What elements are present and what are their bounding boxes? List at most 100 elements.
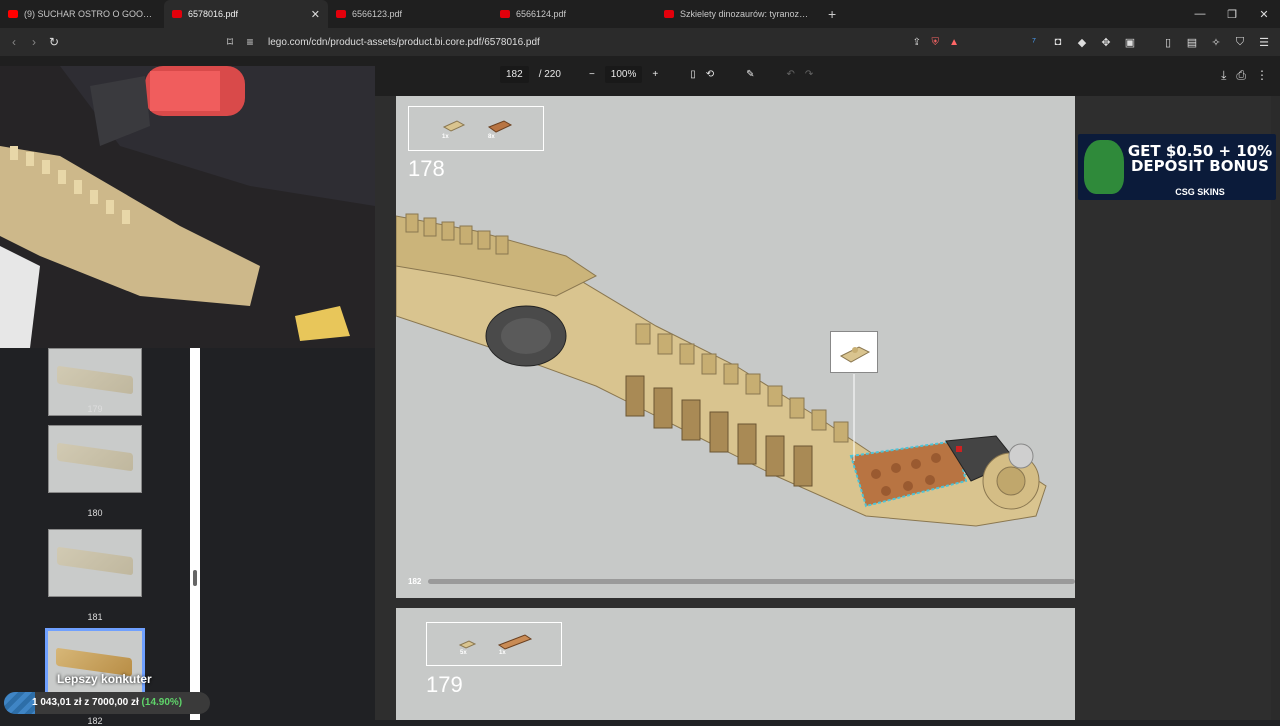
lego-build-illustration bbox=[396, 213, 1047, 527]
extension-icon[interactable]: ◆ bbox=[1072, 32, 1092, 52]
thumbnail-preview bbox=[57, 442, 133, 472]
sidebar-icon[interactable]: ▯ bbox=[1158, 32, 1178, 52]
pdf-page: 5x 1x 179 bbox=[396, 608, 1075, 720]
more-options-icon[interactable]: ⋮ bbox=[1256, 68, 1268, 83]
tab-title: 6566123.pdf bbox=[352, 9, 403, 19]
thumbnail-label: 179 bbox=[87, 404, 103, 414]
stream-overlay-title: Lepszy konkuter bbox=[57, 672, 152, 686]
rewards-icon[interactable]: ▲ bbox=[949, 37, 959, 48]
part-callout bbox=[830, 331, 878, 373]
tab-title: (9) SUCHAR OSTRO O GOODIES! OD... bbox=[24, 9, 156, 19]
url-text: lego.com/cdn/product-assets/product.bi.c… bbox=[268, 36, 540, 48]
tab-title: 6578016.pdf bbox=[188, 9, 239, 19]
part-icons bbox=[458, 634, 533, 650]
redo-icon[interactable]: ↷ bbox=[805, 69, 813, 80]
thumbnail-label: 182 bbox=[87, 716, 103, 726]
ad-headline: GET $0.50 + 10% DEPOSIT BONUS bbox=[1127, 142, 1273, 175]
part-callout-icon bbox=[839, 346, 871, 363]
wallet-icon[interactable]: ▤ bbox=[1182, 32, 1202, 52]
thumbnail-label: 180 bbox=[87, 508, 103, 518]
ad-mascot-icon bbox=[1084, 140, 1124, 194]
undo-icon[interactable]: ↶ bbox=[787, 69, 795, 80]
annotate-icon[interactable]: ✎ bbox=[746, 69, 754, 80]
favicon-icon bbox=[500, 10, 510, 18]
shield-icon[interactable]: ⛨ bbox=[932, 37, 940, 48]
step-number: 178 bbox=[408, 156, 445, 181]
extensions-area: ⁷ ◘ ◆ ✥ ▣ ▯ ▤ ✧ ⛉ ☰ bbox=[1024, 32, 1274, 52]
step-number: 179 bbox=[426, 672, 463, 697]
page-progress-bar bbox=[428, 579, 1075, 584]
close-window-icon[interactable]: ✕ bbox=[1248, 0, 1280, 28]
goal-target: 7000,00 zł bbox=[92, 697, 139, 708]
pdf-page: 1x 8x 178 bbox=[396, 96, 1075, 598]
fit-page-icon[interactable]: ▯ bbox=[690, 69, 696, 80]
part-qty: 8x bbox=[488, 134, 495, 140]
tab-title: Szkielety dinozaurów: tyranozaur 769... bbox=[680, 9, 812, 19]
zoom-in-icon[interactable]: + bbox=[652, 69, 658, 80]
thumbnail-preview bbox=[57, 546, 133, 576]
bookmark-icon[interactable]: ⌑ bbox=[220, 32, 240, 52]
favicon-icon bbox=[336, 10, 346, 18]
download-icon[interactable]: ⤓ bbox=[1221, 68, 1226, 83]
page-number: 182 bbox=[408, 577, 422, 586]
page-thumbnail[interactable] bbox=[48, 425, 142, 493]
part-qty: 5x bbox=[460, 650, 467, 656]
rotate-icon[interactable]: ⟲ bbox=[706, 69, 714, 80]
page-thumbnail[interactable] bbox=[45, 628, 145, 702]
minimize-icon[interactable]: — bbox=[1184, 0, 1216, 28]
part-qty: 1x bbox=[499, 650, 506, 656]
parts-list-box bbox=[408, 106, 544, 151]
goal-separator: z bbox=[84, 697, 90, 708]
navigation-bar: ‹ › ↻ ⌑ ≡ lego.com/cdn/product-assets/pr… bbox=[0, 28, 1280, 56]
goal-progress-fill bbox=[4, 692, 35, 714]
favicon-icon bbox=[8, 10, 18, 18]
zoom-out-icon[interactable]: − bbox=[589, 69, 595, 80]
tab-bar: (9) SUCHAR OSTRO O GOODIES! OD... 6578016… bbox=[0, 0, 1280, 28]
forward-icon[interactable]: › bbox=[24, 32, 44, 52]
extension-icon[interactable]: ▣ bbox=[1120, 32, 1140, 52]
webcam-image bbox=[0, 66, 375, 348]
part-qty: 1x bbox=[442, 134, 449, 140]
parts-list-box bbox=[426, 622, 562, 666]
site-info-icon[interactable]: ≡ bbox=[240, 32, 260, 52]
tab[interactable]: 6566123.pdf bbox=[328, 0, 492, 28]
page-number-input[interactable]: 182 bbox=[500, 66, 529, 83]
favicon-icon bbox=[664, 10, 674, 18]
sidebar-scroll-thumb[interactable] bbox=[193, 570, 197, 586]
tab-title: 6566124.pdf bbox=[516, 9, 567, 19]
donation-goal-bar: 1 043,01 zł z 7000,00 zł (14.90%) bbox=[4, 692, 210, 714]
sidebar-scrollbar[interactable] bbox=[190, 348, 200, 720]
maximize-icon[interactable]: ❐ bbox=[1216, 0, 1248, 28]
goal-text: 1 043,01 zł z 7000,00 zł (14.90%) bbox=[32, 697, 182, 708]
extension-icon[interactable]: ◘ bbox=[1048, 32, 1068, 52]
share-icon[interactable]: ⇪ bbox=[913, 37, 921, 48]
thumbnail-label: 181 bbox=[87, 612, 103, 622]
back-icon[interactable]: ‹ bbox=[4, 32, 24, 52]
zoom-level[interactable]: 100% bbox=[604, 66, 643, 83]
page-thumbnail[interactable] bbox=[48, 529, 142, 597]
webcam-overlay bbox=[0, 66, 375, 348]
close-tab-icon[interactable]: ✕ bbox=[311, 8, 320, 21]
print-icon[interactable]: ⎙ bbox=[1236, 68, 1246, 83]
tab[interactable]: 6566124.pdf bbox=[492, 0, 656, 28]
goal-percent: (14.90%) bbox=[141, 697, 183, 708]
thumbnail-preview bbox=[57, 365, 133, 395]
new-tab-button[interactable]: + bbox=[820, 0, 844, 28]
ad-brand: CSG SKINS bbox=[1175, 187, 1225, 197]
extensions-puzzle-icon[interactable]: ✥ bbox=[1096, 32, 1116, 52]
favicon-icon bbox=[172, 10, 182, 18]
page-total: / 220 bbox=[538, 69, 561, 80]
tab[interactable]: 6578016.pdf ✕ bbox=[164, 0, 328, 28]
extension-icon[interactable]: ⁷ bbox=[1024, 32, 1044, 52]
tab[interactable]: (9) SUCHAR OSTRO O GOODIES! OD... bbox=[0, 0, 164, 28]
window-controls: — ❐ ✕ bbox=[1184, 0, 1280, 28]
tab[interactable]: Szkielety dinozaurów: tyranozaur 769... bbox=[656, 0, 820, 28]
ad-banner[interactable]: GET $0.50 + 10% DEPOSIT BONUS CSG SKINS bbox=[1078, 134, 1276, 200]
part-icons bbox=[442, 120, 513, 133]
reload-icon[interactable]: ↻ bbox=[44, 32, 64, 52]
menu-icon[interactable]: ☰ bbox=[1254, 32, 1274, 52]
address-bar[interactable]: ⌑ ≡ lego.com/cdn/product-assets/product.… bbox=[220, 31, 965, 53]
goal-current: 1 043,01 zł bbox=[32, 697, 82, 708]
ai-icon[interactable]: ✧ bbox=[1206, 32, 1226, 52]
vpn-icon[interactable]: ⛉ bbox=[1230, 32, 1250, 52]
